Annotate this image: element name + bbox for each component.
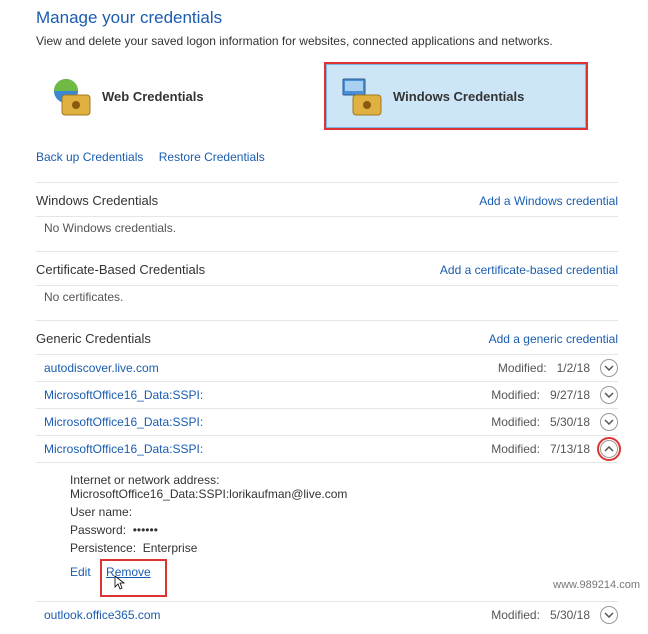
chevron-down-icon[interactable] (600, 359, 618, 377)
watermark-text: www.989214.com (551, 578, 642, 592)
modified-date: 7/13/18 (550, 442, 590, 456)
section-generic-title: Generic Credentials (36, 331, 151, 346)
tab-windows-credentials[interactable]: Windows Credentials (326, 64, 586, 128)
credential-name[interactable]: autodiscover.live.com (44, 361, 159, 375)
modified-label: Modified: (498, 361, 547, 375)
tab-web-credentials[interactable]: Web Credentials (36, 64, 296, 128)
credential-name[interactable]: outlook.office365.com (44, 608, 161, 622)
credential-actions: Edit Remove (70, 561, 618, 595)
detail-persistence-label: Persistence: (70, 541, 136, 555)
credential-row[interactable]: MicrosoftOffice16_Data:SSPI: Modified: 5… (36, 408, 618, 435)
modified-label: Modified: (491, 442, 540, 456)
section-windows-title: Windows Credentials (36, 193, 158, 208)
redacted-text (203, 444, 303, 456)
chevron-down-icon[interactable] (600, 413, 618, 431)
backup-credentials-link[interactable]: Back up Credentials (36, 150, 143, 164)
remove-credential-link[interactable]: Remove (106, 565, 151, 579)
credential-name[interactable]: MicrosoftOffice16_Data:SSPI: (44, 442, 303, 456)
credential-row[interactable]: autodiscover.live.com Modified: 1/2/18 (36, 354, 618, 381)
section-certificate-credentials: Certificate-Based Credentials Add a cert… (36, 251, 618, 320)
modified-date: 1/2/18 (557, 361, 590, 375)
page-title: Manage your credentials (36, 8, 618, 28)
detail-address-value: MicrosoftOffice16_Data:SSPI:lorikaufman@… (70, 487, 347, 501)
detail-username-label: User name: (70, 505, 132, 519)
credential-row[interactable]: outlook.office365.com Modified: 5/30/18 (36, 601, 618, 628)
detail-persistence-value: Enterprise (143, 541, 198, 555)
credential-row[interactable]: MicrosoftOffice16_Data:SSPI: Modified: 9… (36, 381, 618, 408)
detail-address-label: Internet or network address: (70, 473, 219, 487)
section-certificate-empty: No certificates. (36, 285, 618, 314)
section-windows-empty: No Windows credentials. (36, 216, 618, 245)
add-generic-credential-link[interactable]: Add a generic credential (489, 332, 618, 346)
modified-date: 9/27/18 (550, 388, 590, 402)
modified-date: 5/30/18 (550, 608, 590, 622)
credential-detail: Internet or network address: MicrosoftOf… (36, 462, 618, 601)
modified-label: Modified: (491, 388, 540, 402)
modified-label: Modified: (491, 415, 540, 429)
section-windows-credentials: Windows Credentials Add a Windows creden… (36, 182, 618, 251)
credential-row-expanded[interactable]: MicrosoftOffice16_Data:SSPI: Modified: 7… (36, 435, 618, 462)
section-certificate-title: Certificate-Based Credentials (36, 262, 205, 277)
chevron-up-icon[interactable] (600, 440, 618, 458)
redacted-text (203, 390, 303, 402)
section-generic-credentials: Generic Credentials Add a generic creden… (36, 320, 618, 634)
add-windows-credential-link[interactable]: Add a Windows credential (479, 194, 618, 208)
credential-name[interactable]: MicrosoftOffice16_Data:SSPI: (44, 415, 303, 429)
tab-web-label: Web Credentials (102, 89, 204, 104)
restore-credentials-link[interactable]: Restore Credentials (159, 150, 265, 164)
web-credentials-icon (50, 75, 92, 117)
credential-name[interactable]: MicrosoftOffice16_Data:SSPI: (44, 388, 303, 402)
modified-date: 5/30/18 (550, 415, 590, 429)
add-certificate-credential-link[interactable]: Add a certificate-based credential (440, 263, 618, 277)
redacted-text (203, 417, 303, 429)
windows-credentials-icon (341, 75, 383, 117)
detail-password-label: Password: (70, 523, 126, 537)
tab-windows-label: Windows Credentials (393, 89, 524, 104)
backup-links: Back up Credentials Restore Credentials (36, 150, 618, 164)
edit-credential-link[interactable]: Edit (70, 565, 91, 579)
page-subtitle: View and delete your saved logon informa… (36, 34, 618, 48)
chevron-down-icon[interactable] (600, 606, 618, 624)
detail-password-value: •••••• (133, 523, 158, 537)
modified-label: Modified: (491, 608, 540, 622)
credential-tabs: Web Credentials Windows Credentials (36, 64, 618, 128)
chevron-down-icon[interactable] (600, 386, 618, 404)
